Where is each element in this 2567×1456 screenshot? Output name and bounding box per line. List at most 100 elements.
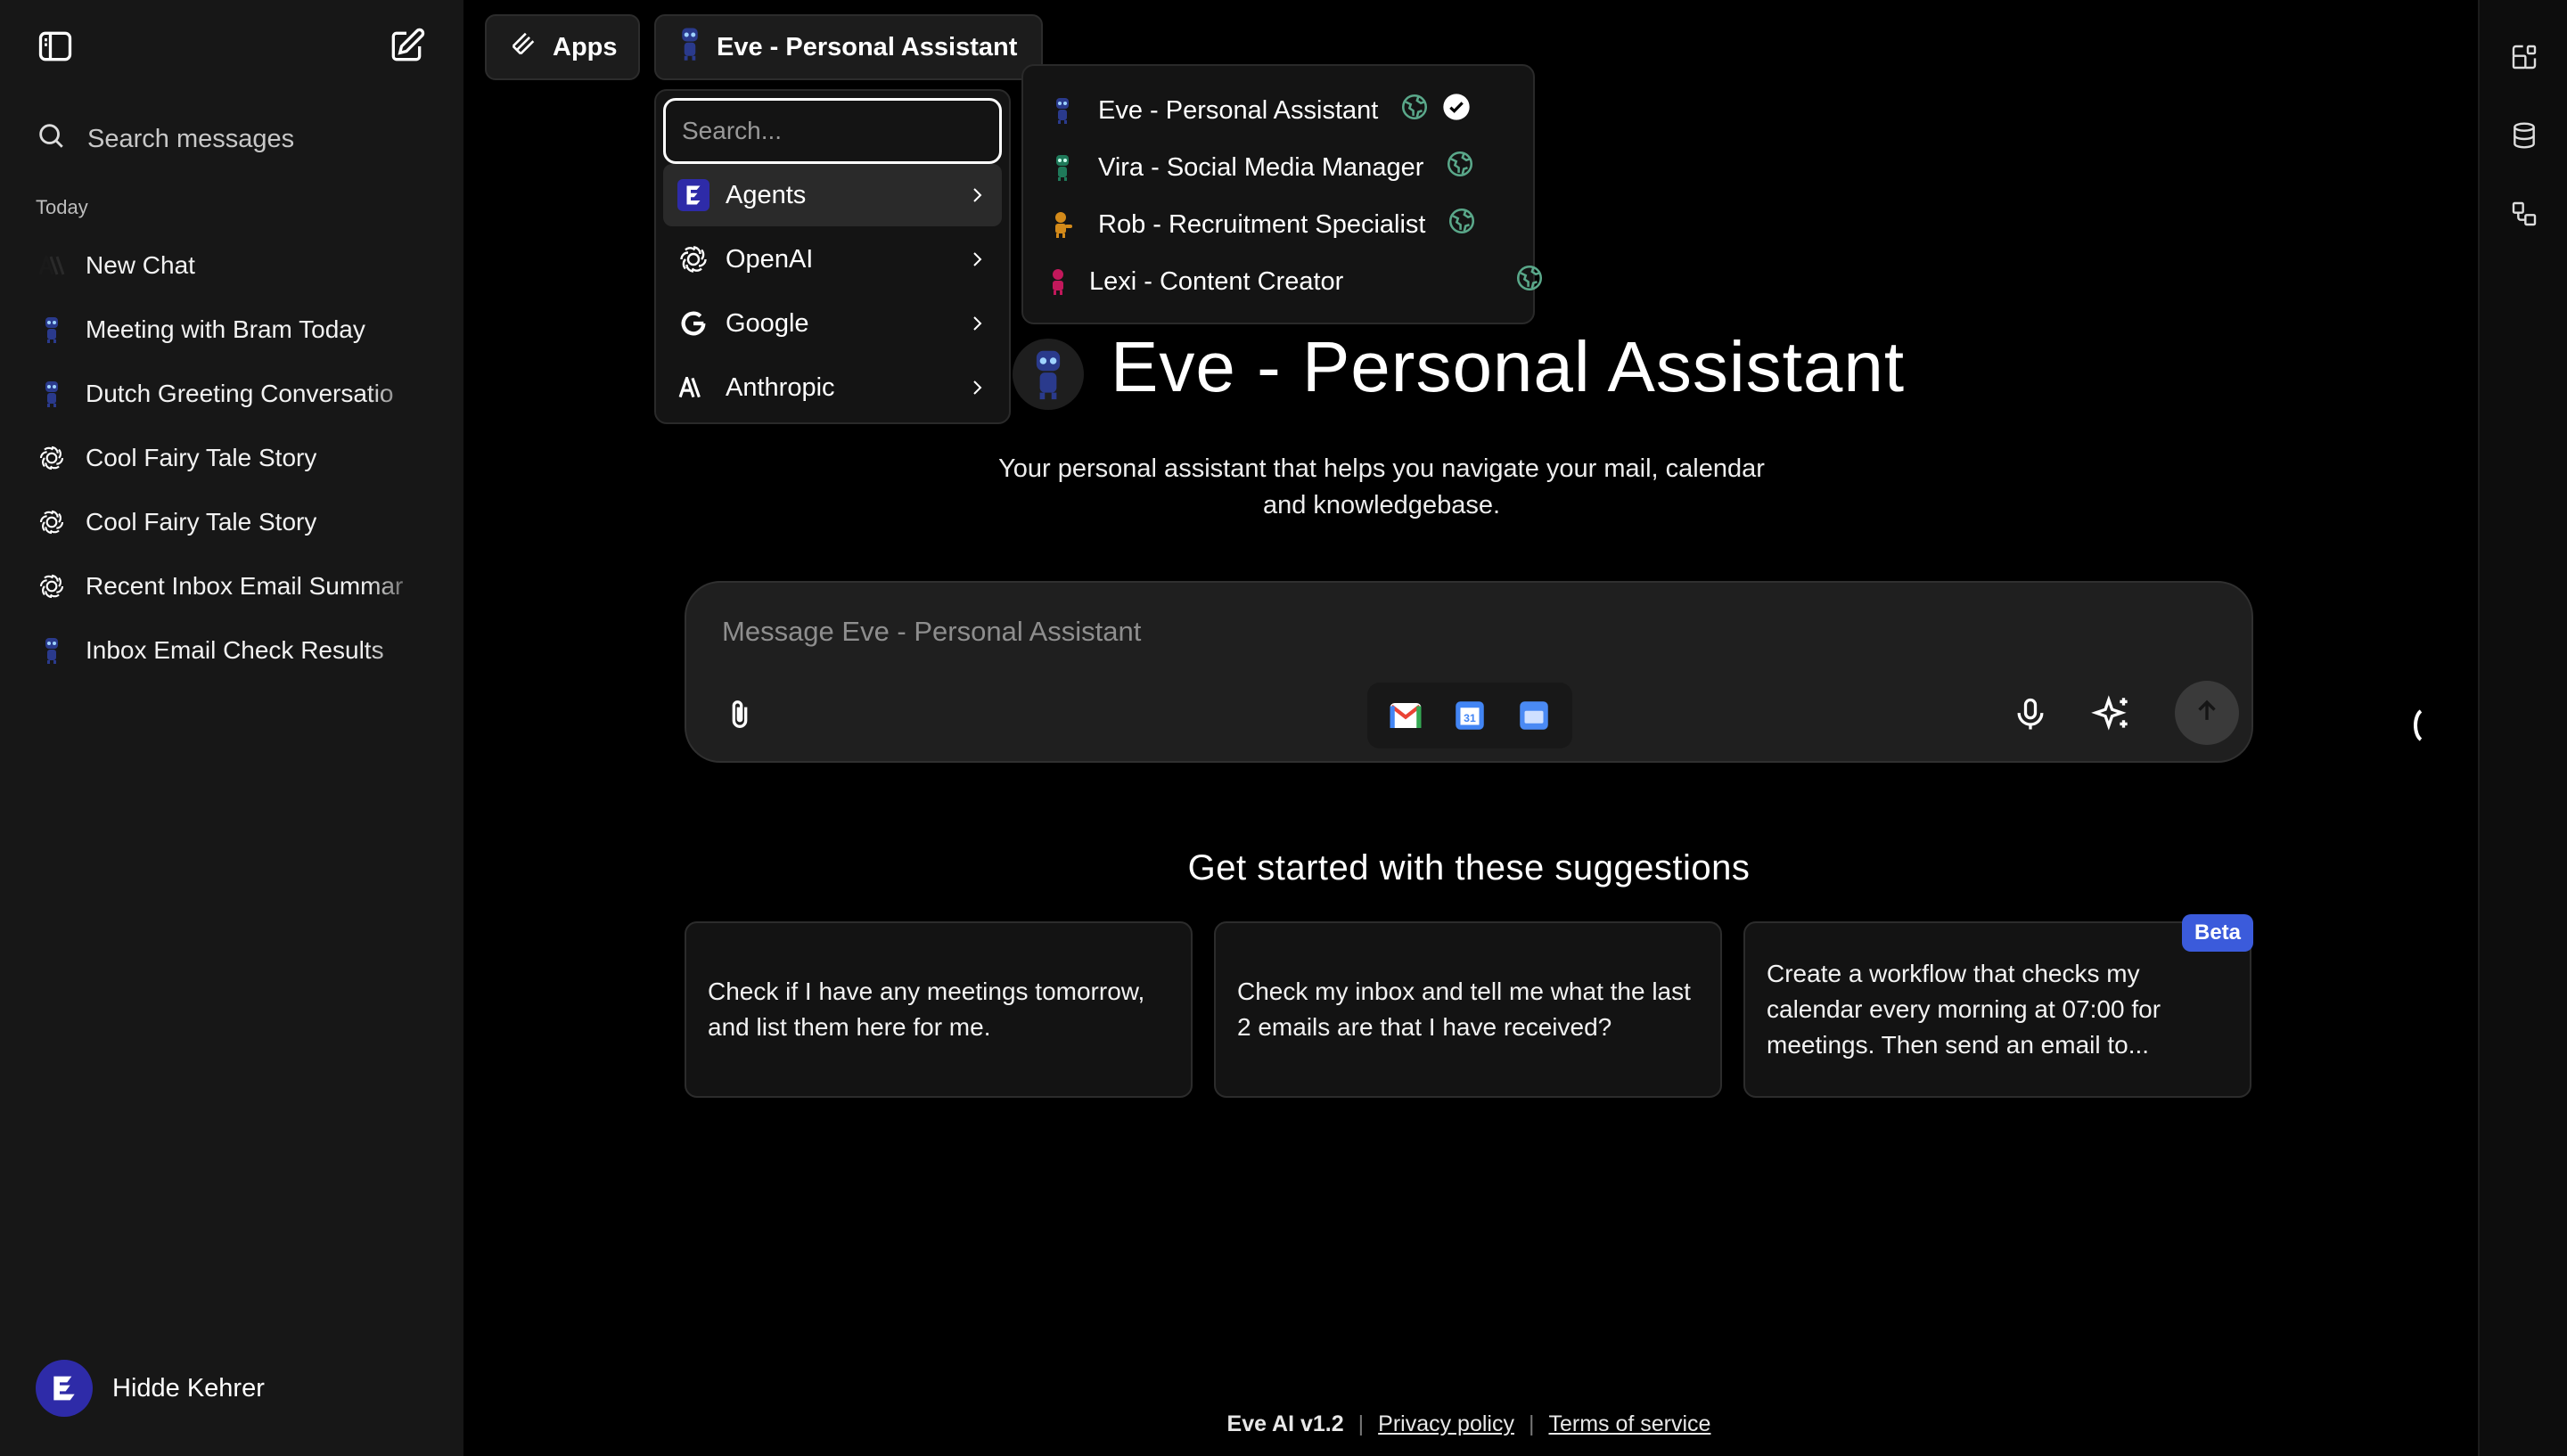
robot-agent-icon: [1048, 264, 1068, 299]
robot-agent-icon: [677, 26, 702, 69]
chat-item[interactable]: Recent Inbox Email Summar: [36, 554, 428, 618]
menu-item-label: Agents: [726, 180, 807, 209]
suggestion-card[interactable]: Check my inbox and tell me what the last…: [1214, 921, 1722, 1098]
eve-logo-icon: [677, 179, 709, 211]
agent-avatar: [1013, 339, 1084, 410]
openai-icon: [36, 506, 68, 538]
toggle-sidebar-icon[interactable]: [36, 27, 75, 66]
widgets-icon[interactable]: [2505, 37, 2544, 77]
suggestion-text: Check my inbox and tell me what the last…: [1237, 977, 1691, 1041]
terms-of-service-link[interactable]: Terms of service: [1548, 1411, 1710, 1437]
suggestions-title: Get started with these suggestions: [1187, 848, 1751, 888]
robot-agent-icon: [36, 378, 68, 410]
menu-item-anthropic[interactable]: Anthropic: [663, 356, 1002, 419]
chat-item[interactable]: Meeting with Bram Today: [36, 298, 428, 362]
menu-item-label: Anthropic: [726, 372, 835, 402]
check-icon: [1442, 93, 1471, 128]
menu-item-label: OpenAI: [726, 244, 814, 274]
openai-icon: [36, 570, 68, 602]
paperclip-icon[interactable]: [718, 690, 761, 740]
agent-option-eve[interactable]: Eve - Personal Assistant: [1048, 86, 1521, 135]
connected-apps: 31: [1367, 683, 1572, 748]
send-button[interactable]: [2175, 681, 2239, 745]
agent-option-lexi[interactable]: Lexi - Content Creator: [1048, 257, 1543, 307]
arrow-up-icon: [2192, 696, 2222, 731]
anthropic-icon: [36, 249, 68, 282]
model-menu: Agents OpenAI Google Anthropic: [654, 89, 1011, 424]
chevron-right-icon: [966, 184, 988, 206]
database-icon[interactable]: [2505, 116, 2544, 155]
chat-item[interactable]: Dutch Greeting Conversatio: [36, 362, 428, 426]
apps-button[interactable]: Apps: [485, 14, 640, 80]
section-today: Today: [36, 196, 88, 218]
chat-item-label: Meeting with Bram Today: [86, 315, 365, 343]
agent-selector-button[interactable]: Eve - Personal Assistant: [654, 14, 1043, 80]
agent-option-label: Rob - Recruitment Specialist: [1098, 209, 1426, 239]
agents-submenu: Eve - Personal Assistant Vira - Social M…: [1021, 64, 1543, 324]
apps-label: Apps: [553, 32, 618, 61]
search-messages[interactable]: Search messages: [36, 114, 428, 164]
suggestion-card[interactable]: Create a workflow that checks my calenda…: [1743, 921, 2251, 1098]
menu-item-openai[interactable]: OpenAI: [663, 228, 1002, 290]
suggestion-text: Create a workflow that checks my calenda…: [1767, 960, 2161, 1059]
agent-option-rob[interactable]: Rob - Recruitment Specialist: [1048, 200, 1521, 249]
apps-icon: [508, 29, 538, 66]
google-drive-icon[interactable]: [1514, 696, 1554, 735]
chevron-right-icon: [966, 313, 988, 334]
privacy-policy-link[interactable]: Privacy policy: [1378, 1411, 1514, 1437]
gmail-icon[interactable]: [1386, 696, 1425, 735]
chat-item-label: Dutch Greeting Conversatio: [86, 380, 394, 407]
chat-item-label: Cool Fairy Tale Story: [86, 444, 317, 471]
search-messages-label: Search messages: [87, 124, 295, 153]
workflow-icon[interactable]: [2505, 194, 2544, 233]
search-icon: [36, 120, 66, 158]
message-composer: 31: [685, 581, 2253, 763]
anthropic-icon: [677, 372, 709, 404]
agent-option-label: Eve - Personal Assistant: [1098, 95, 1379, 125]
robot-agent-icon: [1048, 150, 1077, 185]
chat-item[interactable]: Cool Fairy Tale Story: [36, 490, 428, 554]
menu-search-input[interactable]: [663, 98, 1002, 164]
chevron-right-icon: [966, 377, 988, 398]
google-calendar-icon[interactable]: 31: [1450, 696, 1489, 735]
chat-item-label: Recent Inbox Email Summar: [86, 572, 404, 600]
menu-item-google[interactable]: Google: [663, 292, 1002, 355]
openai-icon: [677, 243, 709, 275]
globe-icon: [1447, 206, 1477, 243]
chat-history-list: New Chat Meeting with Bram Today Dutch G…: [36, 233, 428, 683]
user-profile[interactable]: Hidde Kehrer: [36, 1360, 265, 1417]
footer: Eve AI v1.2 | Privacy policy | Terms of …: [980, 1411, 1957, 1437]
robot-agent-icon: [36, 314, 68, 346]
agent-option-vira[interactable]: Vira - Social Media Manager: [1048, 143, 1521, 192]
footer-separator: |: [1357, 1411, 1365, 1436]
user-name: Hidde Kehrer: [112, 1373, 265, 1403]
chat-item[interactable]: New Chat: [36, 233, 428, 298]
chat-item-label: Cool Fairy Tale Story: [86, 508, 317, 536]
google-icon: [677, 307, 709, 339]
microphone-icon[interactable]: [2005, 686, 2055, 743]
agent-option-label: Lexi - Content Creator: [1089, 266, 1344, 296]
chat-item[interactable]: Inbox Email Check Results: [36, 618, 428, 683]
sparkle-icon[interactable]: [2086, 686, 2139, 743]
footer-separator: |: [1528, 1411, 1535, 1436]
sidebar: Search messages Today New Chat Meeting w…: [0, 0, 463, 1456]
agent-selector-label: Eve - Personal Assistant: [717, 32, 1018, 61]
robot-agent-icon: [36, 634, 68, 667]
chat-item[interactable]: Cool Fairy Tale Story: [36, 426, 428, 490]
menu-item-agents[interactable]: Agents: [663, 164, 1002, 226]
message-input[interactable]: [722, 609, 1970, 654]
beta-badge: Beta: [2182, 914, 2254, 952]
suggestion-text: Check if I have any meetings tomorrow, a…: [708, 977, 1145, 1041]
chevron-right-icon: [966, 249, 988, 270]
globe-icon: [1399, 92, 1430, 129]
openai-icon: [36, 442, 68, 474]
robot-agent-icon: [1048, 207, 1077, 242]
chat-item-label: New Chat: [86, 251, 195, 279]
new-chat-icon[interactable]: [387, 27, 426, 66]
menu-item-label: Google: [726, 308, 809, 338]
robot-agent-icon: [1048, 93, 1077, 128]
right-rail: [2478, 0, 2567, 1456]
suggestion-card[interactable]: Check if I have any meetings tomorrow, a…: [685, 921, 1193, 1098]
chat-item-label: Inbox Email Check Results: [86, 636, 384, 664]
version-label: Eve AI v1.2: [1226, 1411, 1344, 1436]
